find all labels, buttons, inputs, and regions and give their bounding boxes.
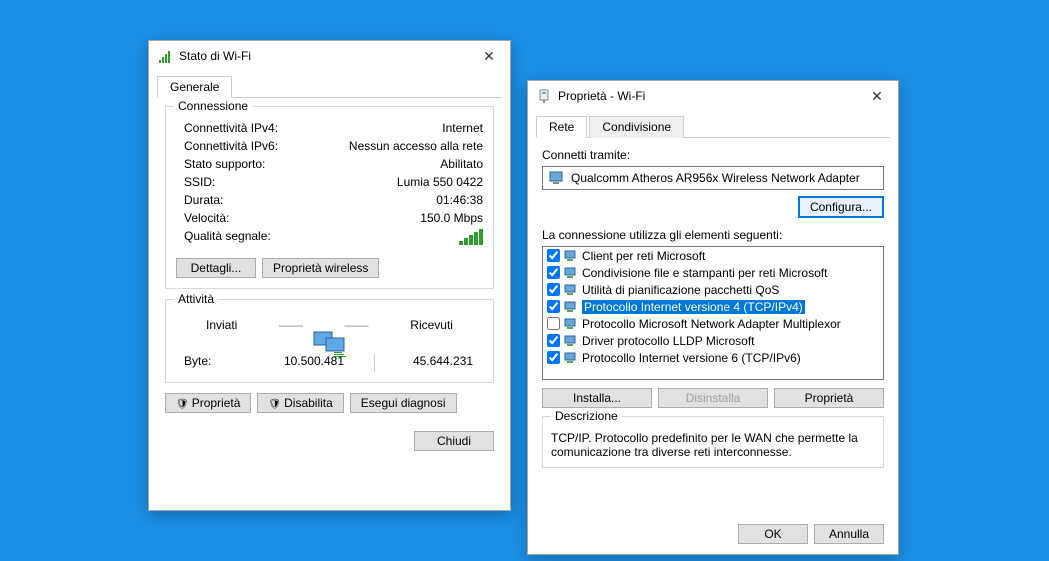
wifi-status-window: Stato di Wi-Fi ✕ Generale Connessione Co… — [148, 40, 511, 511]
value-duration: 01:46:38 — [436, 193, 483, 207]
protocol-checkbox[interactable] — [547, 283, 560, 296]
label-ipv6: Connettività IPv6: — [176, 139, 278, 153]
label-state: Stato supporto: — [176, 157, 265, 171]
configure-button[interactable]: Configura... — [798, 196, 884, 218]
window-body: Connetti tramite: Qualcomm Atheros AR956… — [528, 138, 898, 478]
disable-button[interactable]: Disabilita — [257, 393, 343, 413]
value-ipv6: Nessun accesso alla rete — [349, 139, 483, 153]
protocol-icon — [564, 301, 578, 313]
list-item[interactable]: Protocollo Microsoft Network Adapter Mul… — [543, 315, 883, 332]
adapter-field: Qualcomm Atheros AR956x Wireless Network… — [542, 166, 884, 190]
list-item[interactable]: Condivisione file e stampanti per reti M… — [543, 264, 883, 281]
tabs: Generale — [157, 75, 502, 98]
label-bytes: Byte: — [176, 354, 256, 372]
protocol-icon — [564, 335, 578, 347]
protocol-label: Protocollo Microsoft Network Adapter Mul… — [582, 317, 841, 331]
signal-quality-icon — [459, 229, 483, 248]
label-ssid: SSID: — [176, 175, 215, 189]
protocol-checkbox[interactable] — [547, 334, 560, 347]
shield-icon — [268, 396, 284, 410]
adapter-icon — [536, 88, 552, 104]
protocol-checkbox[interactable] — [547, 351, 560, 364]
wireless-props-button[interactable]: Proprietà wireless — [262, 258, 379, 278]
close-icon[interactable]: ✕ — [862, 84, 892, 108]
protocol-checkbox[interactable] — [547, 317, 560, 330]
protocol-label: Protocollo Internet versione 4 (TCP/IPv4… — [582, 300, 805, 314]
value-ipv4: Internet — [442, 121, 483, 135]
protocol-icon — [564, 318, 578, 330]
protocol-checkbox[interactable] — [547, 300, 560, 313]
list-item[interactable]: Utilità di pianificazione pacchetti QoS — [543, 281, 883, 298]
value-state: Abilitato — [440, 157, 483, 171]
wifi-icon — [157, 48, 173, 64]
value-bytes-sent: 10.500.481 — [256, 354, 364, 372]
window-body: Connessione Connettività IPv4: Internet C… — [149, 98, 510, 459]
label-quality: Qualità segnale: — [176, 229, 271, 248]
cancel-button[interactable]: Annulla — [814, 524, 884, 544]
protocol-label: Driver protocollo LLDP Microsoft — [582, 334, 755, 348]
diagnose-button[interactable]: Esegui diagnosi — [350, 393, 457, 413]
value-speed: 150.0 Mbps — [420, 211, 483, 225]
protocol-icon — [564, 250, 578, 262]
item-properties-button[interactable]: Proprietà — [774, 388, 884, 408]
group-activity: Attività Inviati —— —— Ricevuti Byte: 10… — [165, 299, 494, 383]
tab-network[interactable]: Rete — [536, 116, 587, 138]
list-item[interactable]: Protocollo Internet versione 4 (TCP/IPv4… — [543, 298, 883, 315]
label-ipv4: Connettività IPv4: — [176, 121, 278, 135]
value-ssid: Lumia 550 0422 — [397, 175, 483, 189]
shield-icon — [176, 396, 192, 410]
protocol-label: Client per reti Microsoft — [582, 249, 705, 263]
titlebar[interactable]: Proprietà - Wi-Fi ✕ — [528, 81, 898, 111]
description-group: Descrizione TCP/IP. Protocollo predefini… — [542, 416, 884, 468]
titlebar[interactable]: Stato di Wi-Fi ✕ — [149, 41, 510, 71]
wifi-props-window: Proprietà - Wi-Fi ✕ Rete Condivisione Co… — [527, 80, 899, 555]
uninstall-button[interactable]: Disinstalla — [658, 388, 768, 408]
tab-general[interactable]: Generale — [157, 76, 232, 98]
protocol-checkbox[interactable] — [547, 266, 560, 279]
window-title: Proprietà - Wi-Fi — [558, 89, 862, 103]
protocol-label: Protocollo Internet versione 6 (TCP/IPv6… — [582, 351, 801, 365]
label-speed: Velocità: — [176, 211, 229, 225]
protocol-label: Utilità di pianificazione pacchetti QoS — [582, 283, 779, 297]
tab-sharing[interactable]: Condivisione — [589, 116, 684, 138]
legend-connection: Connessione — [174, 99, 252, 113]
protocol-icon — [564, 267, 578, 279]
protocol-icon — [564, 352, 578, 364]
protocol-list[interactable]: Client per reti Microsoft Condivisione fi… — [542, 246, 884, 380]
ok-button[interactable]: OK — [738, 524, 808, 544]
list-item[interactable]: Client per reti Microsoft — [543, 247, 883, 264]
list-item[interactable]: Driver protocollo LLDP Microsoft — [543, 332, 883, 349]
label-duration: Durata: — [176, 193, 223, 207]
protocol-checkbox[interactable] — [547, 249, 560, 262]
properties-button[interactable]: Proprietà — [165, 393, 251, 413]
group-connection: Connessione Connettività IPv4:Internet C… — [165, 106, 494, 289]
window-title: Stato di Wi-Fi — [179, 49, 474, 63]
label-connect-via: Connetti tramite: — [542, 148, 884, 162]
network-adapter-icon — [549, 171, 565, 185]
label-uses: La connessione utilizza gli elementi seg… — [542, 228, 884, 242]
tabs: Rete Condivisione — [536, 115, 890, 138]
close-icon[interactable]: ✕ — [474, 44, 504, 68]
description-text: TCP/IP. Protocollo predefinito per le WA… — [551, 431, 875, 459]
details-button[interactable]: Dettagli... — [176, 258, 256, 278]
value-bytes-recv: 45.644.231 — [385, 354, 483, 372]
label-sent: Inviati — [206, 318, 237, 332]
legend-activity: Attività — [174, 292, 218, 306]
install-button[interactable]: Installa... — [542, 388, 652, 408]
protocol-label: Condivisione file e stampanti per reti M… — [582, 266, 827, 280]
list-item[interactable]: Protocollo Internet versione 6 (TCP/IPv6… — [543, 349, 883, 366]
legend-description: Descrizione — [551, 409, 622, 423]
protocol-icon — [564, 284, 578, 296]
adapter-name: Qualcomm Atheros AR956x Wireless Network… — [571, 171, 860, 185]
close-button[interactable]: Chiudi — [414, 431, 494, 451]
label-recv: Ricevuti — [410, 318, 453, 332]
